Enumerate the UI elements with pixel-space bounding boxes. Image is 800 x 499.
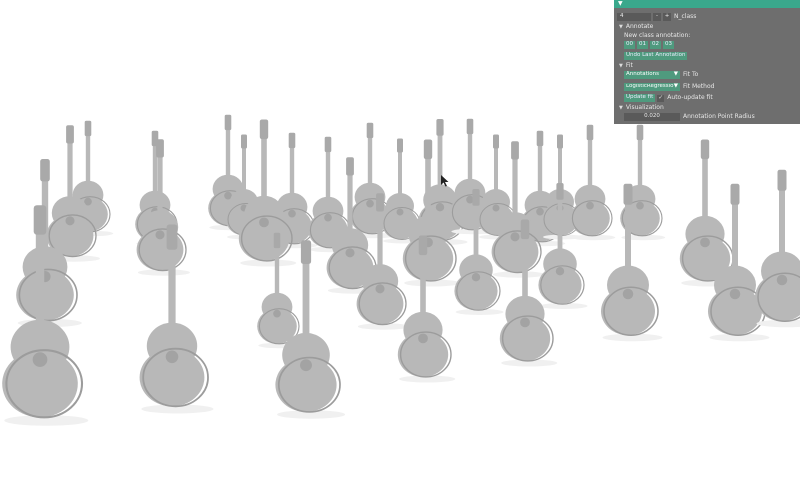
fit-header-label: Fit: [625, 62, 633, 69]
new-class-annotation-label: New class annotation:: [624, 32, 691, 39]
undo-last-annotation-button[interactable]: Undo Last Annotation: [624, 52, 688, 60]
dropdown-arrow-icon: ▼: [673, 71, 678, 78]
checkmark-icon: ✓: [658, 94, 664, 101]
auto-update-checkbox[interactable]: ✓: [657, 94, 665, 102]
update-fit-row: Update fit ✓ Auto-update fit: [624, 93, 713, 103]
guitar-model[interactable]: [570, 124, 616, 241]
fit-method-select[interactable]: LogisticRegressior ▼: [624, 83, 680, 91]
triangle-down-icon: ▼: [619, 62, 623, 69]
fit-method-row: LogisticRegressior ▼ Fit Method: [624, 82, 714, 92]
class-button-01[interactable]: 01: [637, 41, 648, 49]
dropdown-arrow-icon: ▼: [673, 83, 678, 90]
guitar-model[interactable]: [679, 139, 738, 287]
undo-row: Undo Last Annotation: [624, 51, 689, 61]
class-button-03[interactable]: 03: [663, 41, 674, 49]
update-fit-button[interactable]: Update fit: [624, 94, 656, 102]
auto-update-label: Auto-update fit: [667, 94, 713, 101]
fit-to-value: Annotations: [626, 71, 660, 78]
class-button-00[interactable]: 00: [624, 41, 635, 49]
annotation-point-radius-slider[interactable]: 0.020: [624, 113, 680, 121]
fit-to-label: Fit To: [683, 71, 699, 78]
triangle-down-icon: ▼: [619, 104, 623, 111]
fit-method-label: Fit Method: [683, 83, 715, 90]
point-radius-row: 0.020 Annotation Point Radius: [624, 112, 755, 122]
fit-to-select[interactable]: Annotations ▼: [624, 71, 680, 79]
n-class-input[interactable]: 4: [617, 13, 651, 21]
fit-method-value: LogisticRegressior: [626, 84, 674, 90]
n-class-decrement-button[interactable]: -: [653, 13, 661, 21]
mouse-cursor-icon: [441, 172, 449, 191]
triangle-down-icon[interactable]: ▼: [618, 1, 623, 7]
annotate-header-label: Annotate: [625, 23, 654, 30]
n-class-increment-button[interactable]: +: [663, 13, 671, 21]
control-panel: ▼ 4 - + N_class ▼ Annotate New class ann…: [614, 0, 800, 124]
fit-to-row: Annotations ▼ Fit To: [624, 70, 698, 80]
n-class-row: 4 - + N_class: [617, 12, 696, 22]
class-button-02[interactable]: 02: [650, 41, 661, 49]
class-buttons-row: 00 01 02 03: [624, 40, 676, 50]
guitar-model[interactable]: [755, 169, 800, 328]
triangle-down-icon: ▼: [619, 23, 623, 30]
annotation-point-radius-label: Annotation Point Radius: [683, 113, 755, 120]
n-class-label: N_class: [674, 13, 697, 20]
visualization-header-label: Visualization: [625, 104, 664, 111]
panel-titlebar[interactable]: ▼: [614, 0, 800, 8]
